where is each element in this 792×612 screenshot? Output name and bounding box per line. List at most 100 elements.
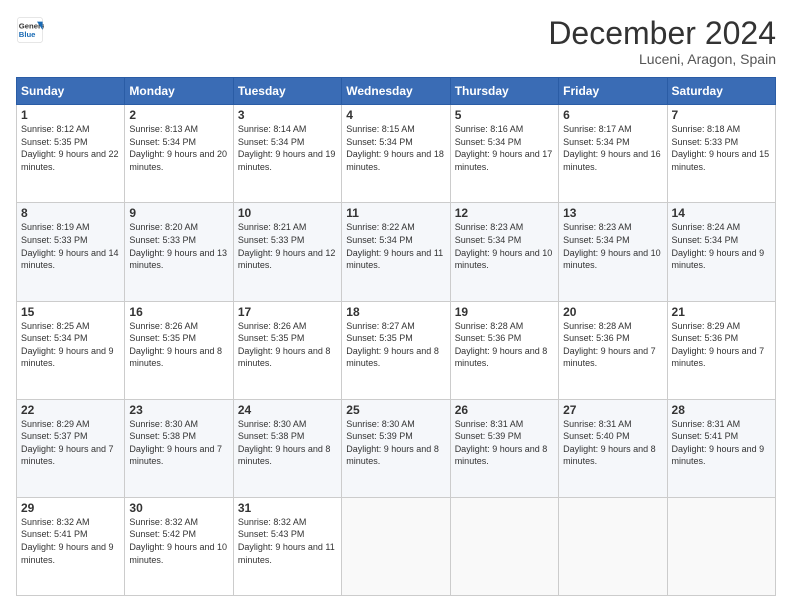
table-row [667,497,775,595]
table-row: 27Sunrise: 8:31 AMSunset: 5:40 PMDayligh… [559,399,667,497]
day-info: Sunrise: 8:29 AMSunset: 5:36 PMDaylight:… [672,320,771,370]
day-number: 11 [346,206,445,220]
col-friday: Friday [559,78,667,105]
day-number: 23 [129,403,228,417]
day-number: 15 [21,305,120,319]
day-info: Sunrise: 8:27 AMSunset: 5:35 PMDaylight:… [346,320,445,370]
table-row: 12Sunrise: 8:23 AMSunset: 5:34 PMDayligh… [450,203,558,301]
day-number: 22 [21,403,120,417]
logo: General Blue [16,16,44,44]
page: General Blue December 2024 Luceni, Arago… [0,0,792,612]
day-info: Sunrise: 8:17 AMSunset: 5:34 PMDaylight:… [563,123,662,173]
table-row: 11Sunrise: 8:22 AMSunset: 5:34 PMDayligh… [342,203,450,301]
table-row: 21Sunrise: 8:29 AMSunset: 5:36 PMDayligh… [667,301,775,399]
day-info: Sunrise: 8:21 AMSunset: 5:33 PMDaylight:… [238,221,337,271]
day-number: 6 [563,108,662,122]
col-monday: Monday [125,78,233,105]
day-number: 3 [238,108,337,122]
day-number: 10 [238,206,337,220]
day-number: 8 [21,206,120,220]
day-number: 18 [346,305,445,319]
col-sunday: Sunday [17,78,125,105]
day-info: Sunrise: 8:24 AMSunset: 5:34 PMDaylight:… [672,221,771,271]
day-info: Sunrise: 8:29 AMSunset: 5:37 PMDaylight:… [21,418,120,468]
table-row: 4Sunrise: 8:15 AMSunset: 5:34 PMDaylight… [342,105,450,203]
day-number: 30 [129,501,228,515]
table-row: 29Sunrise: 8:32 AMSunset: 5:41 PMDayligh… [17,497,125,595]
day-info: Sunrise: 8:26 AMSunset: 5:35 PMDaylight:… [238,320,337,370]
day-number: 21 [672,305,771,319]
table-row: 22Sunrise: 8:29 AMSunset: 5:37 PMDayligh… [17,399,125,497]
day-info: Sunrise: 8:28 AMSunset: 5:36 PMDaylight:… [563,320,662,370]
day-info: Sunrise: 8:23 AMSunset: 5:34 PMDaylight:… [455,221,554,271]
table-row: 24Sunrise: 8:30 AMSunset: 5:38 PMDayligh… [233,399,341,497]
table-row: 8Sunrise: 8:19 AMSunset: 5:33 PMDaylight… [17,203,125,301]
table-row: 2Sunrise: 8:13 AMSunset: 5:34 PMDaylight… [125,105,233,203]
day-number: 24 [238,403,337,417]
calendar-week-row: 29Sunrise: 8:32 AMSunset: 5:41 PMDayligh… [17,497,776,595]
day-number: 1 [21,108,120,122]
day-info: Sunrise: 8:19 AMSunset: 5:33 PMDaylight:… [21,221,120,271]
day-info: Sunrise: 8:26 AMSunset: 5:35 PMDaylight:… [129,320,228,370]
table-row: 1Sunrise: 8:12 AMSunset: 5:35 PMDaylight… [17,105,125,203]
table-row: 26Sunrise: 8:31 AMSunset: 5:39 PMDayligh… [450,399,558,497]
day-number: 20 [563,305,662,319]
day-number: 12 [455,206,554,220]
day-number: 7 [672,108,771,122]
day-number: 25 [346,403,445,417]
col-saturday: Saturday [667,78,775,105]
table-row: 17Sunrise: 8:26 AMSunset: 5:35 PMDayligh… [233,301,341,399]
calendar-week-row: 15Sunrise: 8:25 AMSunset: 5:34 PMDayligh… [17,301,776,399]
day-info: Sunrise: 8:32 AMSunset: 5:43 PMDaylight:… [238,516,337,566]
day-info: Sunrise: 8:22 AMSunset: 5:34 PMDaylight:… [346,221,445,271]
main-title: December 2024 [548,16,776,51]
day-info: Sunrise: 8:25 AMSunset: 5:34 PMDaylight:… [21,320,120,370]
day-info: Sunrise: 8:32 AMSunset: 5:42 PMDaylight:… [129,516,228,566]
header: General Blue December 2024 Luceni, Arago… [16,16,776,67]
day-info: Sunrise: 8:20 AMSunset: 5:33 PMDaylight:… [129,221,228,271]
table-row: 30Sunrise: 8:32 AMSunset: 5:42 PMDayligh… [125,497,233,595]
day-number: 28 [672,403,771,417]
table-row: 15Sunrise: 8:25 AMSunset: 5:34 PMDayligh… [17,301,125,399]
calendar-week-row: 22Sunrise: 8:29 AMSunset: 5:37 PMDayligh… [17,399,776,497]
day-number: 31 [238,501,337,515]
day-info: Sunrise: 8:12 AMSunset: 5:35 PMDaylight:… [21,123,120,173]
logo-icon: General Blue [16,16,44,44]
day-info: Sunrise: 8:31 AMSunset: 5:41 PMDaylight:… [672,418,771,468]
col-tuesday: Tuesday [233,78,341,105]
day-number: 4 [346,108,445,122]
day-info: Sunrise: 8:28 AMSunset: 5:36 PMDaylight:… [455,320,554,370]
day-number: 26 [455,403,554,417]
calendar-week-row: 1Sunrise: 8:12 AMSunset: 5:35 PMDaylight… [17,105,776,203]
subtitle: Luceni, Aragon, Spain [548,51,776,67]
day-info: Sunrise: 8:30 AMSunset: 5:38 PMDaylight:… [129,418,228,468]
table-row: 28Sunrise: 8:31 AMSunset: 5:41 PMDayligh… [667,399,775,497]
svg-text:Blue: Blue [19,30,36,39]
day-info: Sunrise: 8:31 AMSunset: 5:39 PMDaylight:… [455,418,554,468]
table-row: 13Sunrise: 8:23 AMSunset: 5:34 PMDayligh… [559,203,667,301]
table-row: 10Sunrise: 8:21 AMSunset: 5:33 PMDayligh… [233,203,341,301]
table-row: 25Sunrise: 8:30 AMSunset: 5:39 PMDayligh… [342,399,450,497]
table-row [559,497,667,595]
table-row [450,497,558,595]
table-row: 9Sunrise: 8:20 AMSunset: 5:33 PMDaylight… [125,203,233,301]
day-info: Sunrise: 8:14 AMSunset: 5:34 PMDaylight:… [238,123,337,173]
table-row [342,497,450,595]
day-info: Sunrise: 8:18 AMSunset: 5:33 PMDaylight:… [672,123,771,173]
day-info: Sunrise: 8:23 AMSunset: 5:34 PMDaylight:… [563,221,662,271]
table-row: 6Sunrise: 8:17 AMSunset: 5:34 PMDaylight… [559,105,667,203]
col-thursday: Thursday [450,78,558,105]
table-row: 3Sunrise: 8:14 AMSunset: 5:34 PMDaylight… [233,105,341,203]
day-info: Sunrise: 8:13 AMSunset: 5:34 PMDaylight:… [129,123,228,173]
table-row: 20Sunrise: 8:28 AMSunset: 5:36 PMDayligh… [559,301,667,399]
table-row: 16Sunrise: 8:26 AMSunset: 5:35 PMDayligh… [125,301,233,399]
table-row: 18Sunrise: 8:27 AMSunset: 5:35 PMDayligh… [342,301,450,399]
day-info: Sunrise: 8:16 AMSunset: 5:34 PMDaylight:… [455,123,554,173]
day-number: 19 [455,305,554,319]
day-info: Sunrise: 8:15 AMSunset: 5:34 PMDaylight:… [346,123,445,173]
day-number: 17 [238,305,337,319]
day-number: 29 [21,501,120,515]
table-row: 31Sunrise: 8:32 AMSunset: 5:43 PMDayligh… [233,497,341,595]
calendar-table: Sunday Monday Tuesday Wednesday Thursday… [16,77,776,596]
day-number: 9 [129,206,228,220]
